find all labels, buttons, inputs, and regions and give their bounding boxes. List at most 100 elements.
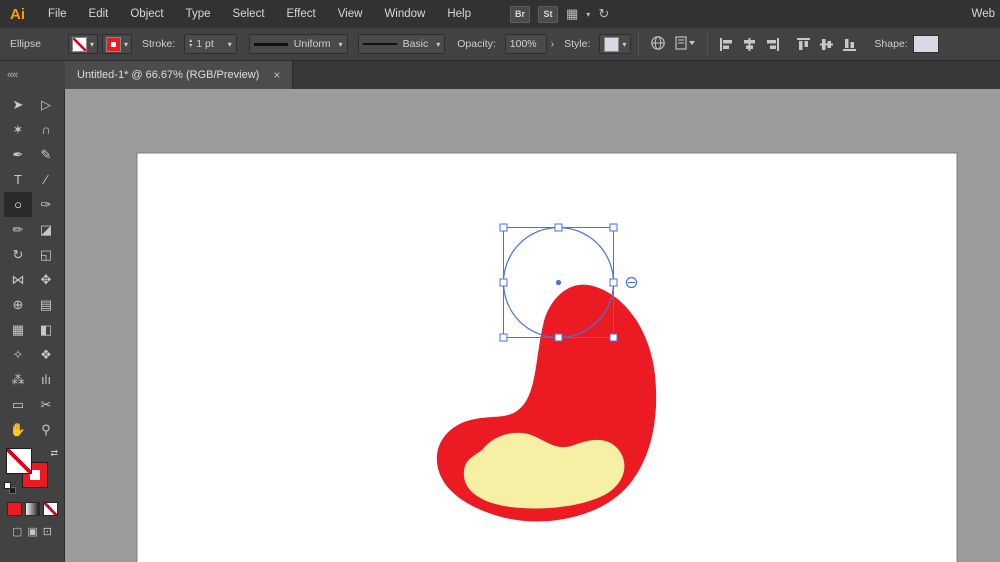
zoom-tool[interactable]: ⚲ xyxy=(32,417,60,442)
brush-definition-dropdown[interactable]: Basic ▾ xyxy=(358,34,446,54)
perspective-grid-tool[interactable]: ▤ xyxy=(32,292,60,317)
menu-view[interactable]: View xyxy=(327,0,374,28)
pencil-tool[interactable]: ✏ xyxy=(4,217,32,242)
width-profile-value: Uniform xyxy=(294,38,331,50)
default-fill-stroke-icon[interactable] xyxy=(4,482,16,494)
fill-stroke-indicator: ⇄ xyxy=(4,448,60,494)
align-center-horizontal-button[interactable] xyxy=(742,37,757,52)
selection-handle[interactable] xyxy=(500,224,507,231)
chevron-down-icon: ▾ xyxy=(90,40,94,49)
mesh-tool[interactable]: ▦ xyxy=(4,317,32,342)
arrange-documents-icon[interactable]: ▦ xyxy=(566,6,578,22)
shape-dropdown[interactable] xyxy=(913,35,939,53)
align-bottom-button[interactable] xyxy=(842,37,857,52)
document-tab[interactable]: Untitled-1* @ 66.67% (RGB/Preview) × xyxy=(65,61,293,89)
canvas-svg xyxy=(65,89,1000,562)
width-profile-dropdown[interactable]: Uniform ▾ xyxy=(249,34,348,54)
paintbrush-tool[interactable]: ✑ xyxy=(32,192,60,217)
menu-type[interactable]: Type xyxy=(175,0,222,28)
blend-tool[interactable]: ❖ xyxy=(32,342,60,367)
draw-behind-mode[interactable]: ▣ xyxy=(27,525,37,538)
menu-items: FileEditObjectTypeSelectEffectViewWindow… xyxy=(37,0,482,28)
draw-normal-mode[interactable]: ▢ xyxy=(12,525,22,538)
eraser-tool[interactable]: ◪ xyxy=(32,217,60,242)
stock-icon[interactable]: St xyxy=(538,6,558,23)
selection-handle[interactable] xyxy=(555,224,562,231)
selection-handle[interactable] xyxy=(500,279,507,286)
document-setup-icon[interactable] xyxy=(674,35,696,54)
shape-builder-tool[interactable]: ⊕ xyxy=(4,292,32,317)
rotate-tool[interactable]: ↻ xyxy=(4,242,32,267)
touch-workspace-icon[interactable]: ↻ xyxy=(598,6,609,22)
style-label: Style: xyxy=(564,38,590,50)
stroke-stepper[interactable]: ▴ ▾ xyxy=(189,39,192,49)
tool-grid: ➤▷✶∩✒✎T∕○✑✏◪↻◱⋈✥⊕▤▦◧✧❖⁂ılı▭✂✋⚲ xyxy=(0,89,64,442)
graph-tool[interactable]: ılı xyxy=(32,367,60,392)
stroke-weight-field[interactable]: ▴ ▾ 1 pt ▾ xyxy=(184,34,237,54)
scale-tool[interactable]: ◱ xyxy=(32,242,60,267)
hand-tool[interactable]: ✋ xyxy=(4,417,32,442)
bridge-icon[interactable]: Br xyxy=(510,6,530,23)
swap-fill-stroke-icon[interactable]: ⇄ xyxy=(50,448,58,459)
artboard-tool[interactable]: ▭ xyxy=(4,392,32,417)
chevron-down-icon[interactable]: ▾ xyxy=(586,10,590,19)
type-tool[interactable]: T xyxy=(4,167,32,192)
magic-wand-tool[interactable]: ✶ xyxy=(4,117,32,142)
stepper-down-icon[interactable]: ▾ xyxy=(189,44,192,49)
fill-color-dropdown[interactable]: ▾ xyxy=(68,34,98,54)
opacity-field[interactable]: 100% xyxy=(505,34,547,54)
gradient-button[interactable] xyxy=(25,502,40,516)
width-tool[interactable]: ⋈ xyxy=(4,267,32,292)
align-center-vertical-button[interactable] xyxy=(819,37,834,52)
curvature-tool[interactable]: ✎ xyxy=(32,142,60,167)
color-button[interactable] xyxy=(7,502,22,516)
line-segment-tool[interactable]: ∕ xyxy=(32,167,60,192)
control-bar: Ellipse ▾ ▾ Stroke: ▴ ▾ 1 pt ▾ Uniform ▾… xyxy=(0,28,1000,61)
selection-handle[interactable] xyxy=(610,279,617,286)
align-right-button[interactable] xyxy=(765,37,780,52)
style-dropdown[interactable]: ▾ xyxy=(599,34,631,54)
fill-swatch-none[interactable] xyxy=(6,448,32,474)
direct-selection-tool[interactable]: ▷ xyxy=(32,92,60,117)
draw-inside-mode[interactable]: ⊡ xyxy=(43,525,52,538)
selection-handle[interactable] xyxy=(610,334,617,341)
pen-tool[interactable]: ✒ xyxy=(4,142,32,167)
ellipse-tool[interactable]: ○ xyxy=(4,192,32,217)
free-transform-tool[interactable]: ✥ xyxy=(32,267,60,292)
brush-value: Basic xyxy=(403,38,429,50)
gradient-tool[interactable]: ◧ xyxy=(32,317,60,342)
menu-effect[interactable]: Effect xyxy=(276,0,327,28)
brush-preview xyxy=(363,43,397,45)
workspace-switcher[interactable]: Web xyxy=(972,0,998,28)
align-left-button[interactable] xyxy=(719,37,734,52)
close-icon[interactable]: × xyxy=(273,68,280,82)
selection-tool[interactable]: ➤ xyxy=(4,92,32,117)
symbol-sprayer-tool[interactable]: ⁂ xyxy=(4,367,32,392)
menu-edit[interactable]: Edit xyxy=(78,0,120,28)
selection-handle[interactable] xyxy=(500,334,507,341)
none-button[interactable] xyxy=(43,502,58,516)
menu-object[interactable]: Object xyxy=(119,0,174,28)
lasso-tool[interactable]: ∩ xyxy=(32,117,60,142)
shape-label: Shape: xyxy=(874,38,907,50)
menubar-icons: Br St ▦ ▾ ↻ xyxy=(510,6,609,23)
stroke-color-dropdown[interactable]: ▾ xyxy=(102,34,132,54)
opacity-expand-icon[interactable]: › xyxy=(551,39,554,50)
menu-help[interactable]: Help xyxy=(436,0,482,28)
slice-tool[interactable]: ✂ xyxy=(32,392,60,417)
globe-icon[interactable] xyxy=(650,35,666,54)
center-point xyxy=(556,280,561,285)
align-top-button[interactable] xyxy=(796,37,811,52)
eyedropper-tool[interactable]: ✧ xyxy=(4,342,32,367)
default-fill xyxy=(4,482,11,489)
selection-handle[interactable] xyxy=(610,224,617,231)
style-swatch xyxy=(604,37,619,52)
menu-bar: Ai FileEditObjectTypeSelectEffectViewWin… xyxy=(0,0,1000,28)
menu-window[interactable]: Window xyxy=(373,0,436,28)
menu-select[interactable]: Select xyxy=(222,0,276,28)
live-shape-widget[interactable] xyxy=(627,278,637,288)
menu-file[interactable]: File xyxy=(37,0,78,28)
selection-handle[interactable] xyxy=(555,334,562,341)
canvas-area[interactable] xyxy=(65,89,1000,562)
toolbar-collapse-button[interactable]: «« xyxy=(0,61,65,89)
